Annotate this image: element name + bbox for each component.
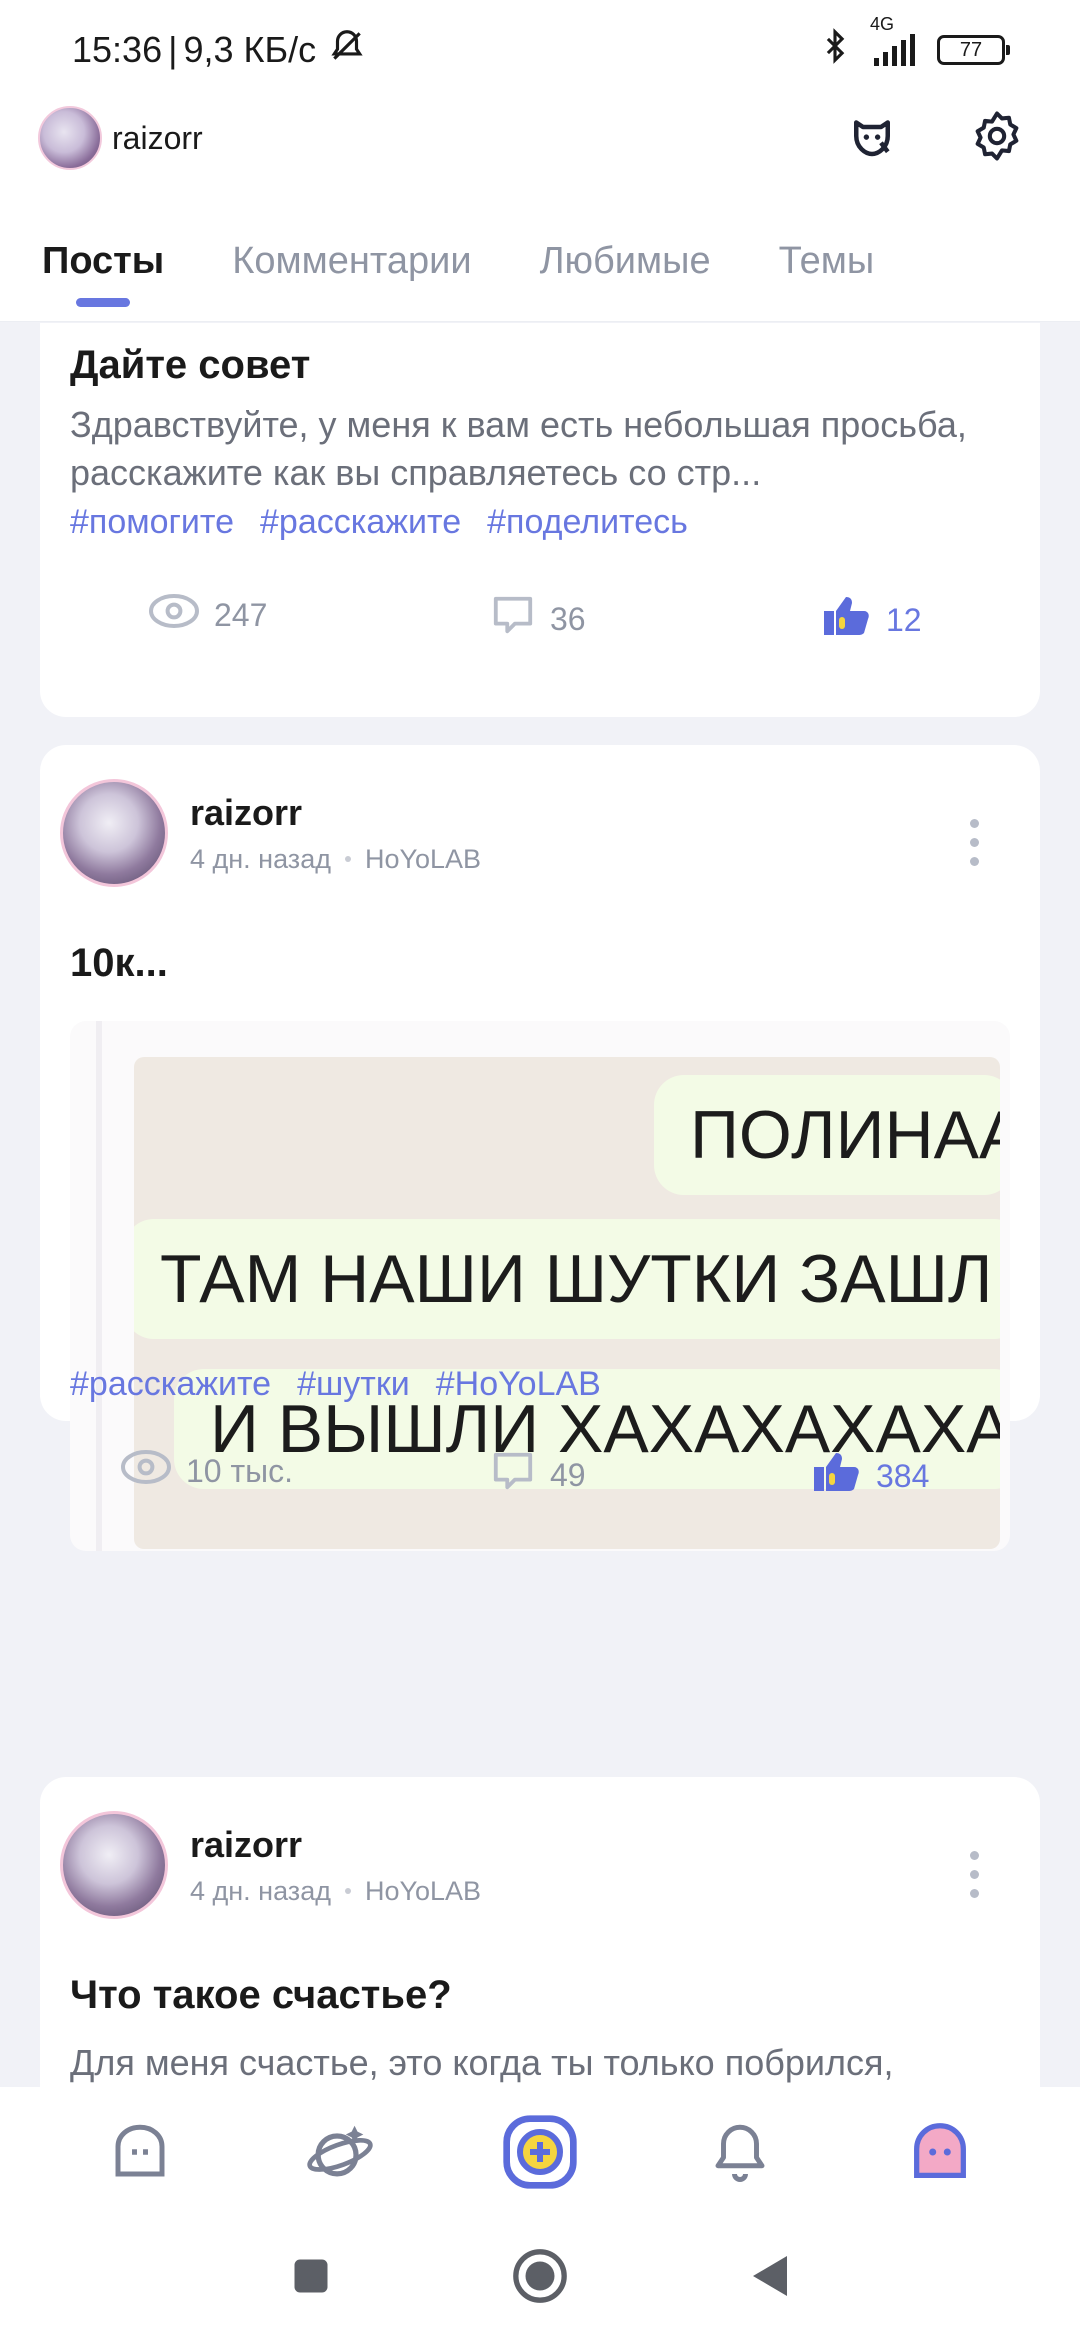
chat-bubble: ПОЛИНАА — [654, 1075, 1000, 1195]
back-triangle-icon[interactable] — [747, 2252, 791, 2305]
comment-icon — [490, 1449, 536, 1501]
tab-comments[interactable]: Комментарии — [232, 230, 471, 283]
post-author[interactable]: raizorr 4 дн. назад HoYoLAB — [60, 1811, 481, 1919]
meta-dot — [344, 1888, 351, 1894]
clock: 15:36 — [72, 29, 163, 70]
network-speed: 9,3 КБ/с — [183, 29, 317, 70]
author-name[interactable]: raizorr — [190, 1824, 481, 1866]
views-stat: 10 тыс. — [120, 1449, 293, 1493]
tag-link[interactable]: #помогите — [70, 503, 234, 542]
home-circle-icon[interactable] — [511, 2247, 569, 2310]
comments-stat[interactable]: 36 — [490, 593, 586, 645]
more-options-icon[interactable] — [970, 1851, 980, 1898]
avatar[interactable] — [38, 106, 102, 170]
tag-link[interactable]: #поделитесь — [487, 503, 688, 542]
bluetooth-icon — [818, 27, 852, 74]
likes-count: 384 — [876, 1457, 930, 1494]
author-avatar[interactable] — [60, 779, 168, 887]
views-stat: 247 — [148, 593, 267, 637]
tag-link[interactable]: #расскажите — [70, 1365, 271, 1404]
status-separator: | — [168, 29, 178, 70]
battery-level: 77 — [959, 38, 983, 61]
tag-link[interactable]: #HoYoLAB — [436, 1365, 601, 1404]
post-source: HoYoLAB — [364, 843, 482, 874]
post-meta: 4 дн. назад HoYoLAB — [190, 844, 481, 875]
meta-dot — [344, 856, 351, 862]
comments-count: 49 — [550, 1456, 586, 1493]
profile-chip[interactable]: raizorr — [38, 106, 203, 170]
post-stats: 10 тыс. 49 384 — [40, 1449, 1040, 1509]
battery-icon: 77 — [937, 35, 1010, 65]
create-post-icon[interactable] — [500, 2112, 580, 2192]
more-options-icon[interactable] — [970, 819, 980, 866]
post-card[interactable]: Дайте совет Здравствуйте, у меня к вам е… — [40, 323, 1040, 717]
status-right: 4G 77 — [818, 14, 1010, 74]
home-icon[interactable] — [100, 2112, 180, 2192]
author-info: raizorr 4 дн. назад HoYoLAB — [190, 1824, 481, 1907]
tag-link[interactable]: #расскажите — [260, 503, 461, 542]
posts-feed[interactable]: Дайте совет Здравствуйте, у меня к вам е… — [0, 323, 1080, 2087]
like-icon[interactable] — [820, 593, 872, 647]
tab-favorites[interactable]: Любимые — [540, 230, 711, 283]
post-title[interactable]: Что такое счастье? — [70, 1973, 452, 2018]
explore-planet-icon[interactable] — [300, 2112, 380, 2192]
settings-gear-icon[interactable] — [965, 104, 1029, 168]
likes-stat[interactable]: 384 — [810, 1449, 929, 1503]
post-stats: 247 36 12 — [40, 593, 1040, 653]
tab-posts[interactable]: Посты — [42, 230, 164, 307]
status-left: 15:36 | 9,3 КБ/с — [72, 27, 366, 74]
post-card[interactable]: raizorr 4 дн. назад HoYoLAB 10к... ПОЛИН… — [40, 745, 1040, 1551]
tab-topics[interactable]: Темы — [779, 230, 875, 283]
network-type: 4G — [870, 14, 895, 34]
recents-square-icon[interactable] — [289, 2254, 333, 2303]
post-card[interactable]: raizorr 4 дн. назад HoYoLAB Что такое сч… — [40, 1777, 1040, 2087]
post-excerpt[interactable]: Здравствуйте, у меня к вам есть небольша… — [70, 401, 1010, 497]
mascot-face-icon[interactable] — [840, 104, 904, 168]
tag-link[interactable]: #шутки — [297, 1365, 410, 1404]
signal-icon: 4G — [870, 14, 915, 66]
post-time: 4 дн. назад — [190, 843, 331, 874]
post-title[interactable]: Дайте совет — [70, 343, 310, 388]
post-source: HoYoLAB — [364, 1875, 482, 1906]
like-icon[interactable] — [810, 1449, 862, 1503]
post-time: 4 дн. назад — [190, 1875, 331, 1906]
post-excerpt[interactable]: Для меня счастье, это когда ты только по… — [70, 2039, 1010, 2087]
username: raizorr — [112, 119, 203, 156]
likes-stat[interactable]: 12 — [820, 593, 922, 647]
chat-bubble: ТАМ НАШИ ШУТКИ ЗАШЛ — [134, 1219, 1000, 1339]
author-info: raizorr 4 дн. назад HoYoLAB — [190, 792, 481, 875]
views-count: 247 — [214, 596, 268, 633]
comments-count: 36 — [550, 600, 586, 637]
post-meta: 4 дн. назад HoYoLAB — [190, 1876, 481, 1907]
post-tags: #расскажите #шутки #HoYoLAB — [70, 1365, 601, 1404]
profile-tabs: Посты Комментарии Любимые Темы — [0, 230, 1080, 322]
views-count: 10 тыс. — [186, 1452, 294, 1489]
profile-header: raizorr Посты Комментарии Любимые Темы — [0, 100, 1080, 322]
post-tags: #помогите #расскажите #поделитесь — [70, 503, 688, 542]
author-avatar[interactable] — [60, 1811, 168, 1919]
mute-bell-icon — [328, 27, 366, 74]
comments-stat[interactable]: 49 — [490, 1449, 586, 1501]
notifications-bell-icon[interactable] — [700, 2112, 780, 2192]
post-title[interactable]: 10к... — [70, 941, 168, 986]
profile-icon[interactable] — [900, 2112, 980, 2192]
status-bar: 15:36 | 9,3 КБ/с 4G 77 — [0, 0, 1080, 100]
comment-icon — [490, 593, 536, 645]
bottom-navigation — [0, 2087, 1080, 2217]
author-name[interactable]: raizorr — [190, 792, 481, 834]
likes-count: 12 — [886, 601, 922, 638]
eye-icon — [120, 1449, 172, 1493]
eye-icon — [148, 593, 200, 637]
post-author[interactable]: raizorr 4 дн. назад HoYoLAB — [60, 779, 481, 887]
system-navigation — [0, 2217, 1080, 2340]
